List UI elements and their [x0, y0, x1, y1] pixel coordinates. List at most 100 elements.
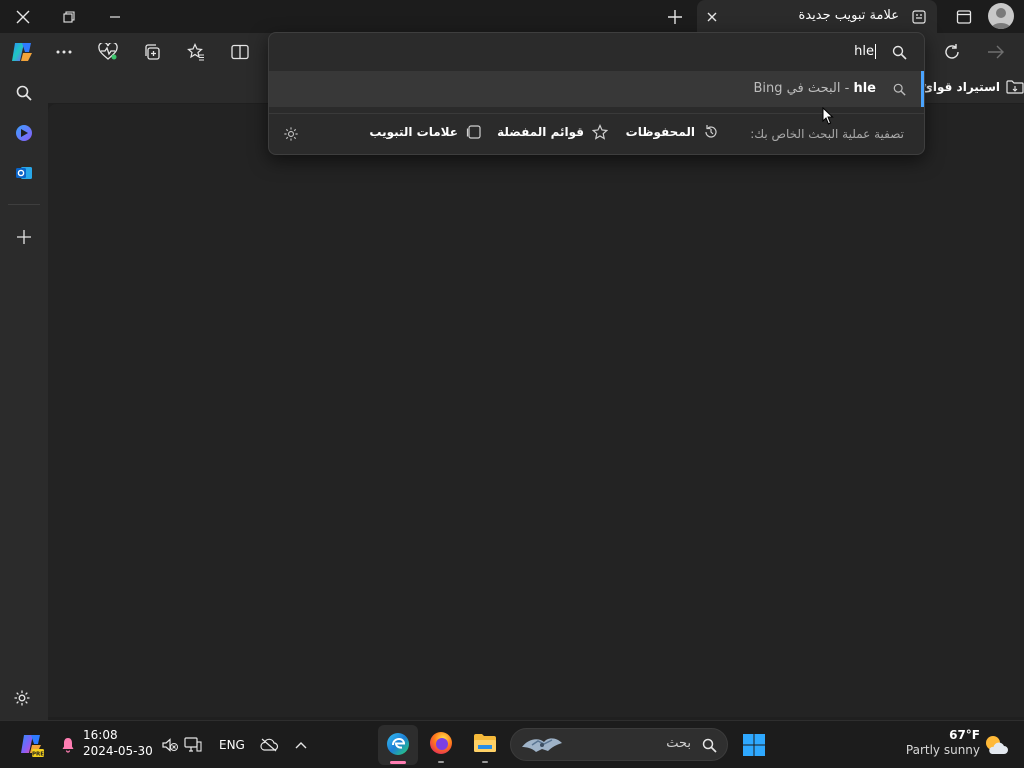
firefox-icon: [430, 732, 452, 754]
taskbar-search-placeholder: بحث: [666, 736, 691, 751]
folder-icon: [474, 734, 496, 752]
sidebar: [0, 71, 48, 721]
filter-favorites-button[interactable]: قوائم المفضلة: [497, 124, 608, 140]
tab-actions-icon: [956, 9, 972, 24]
arrow-right-icon: [988, 45, 1004, 59]
split-screen-button[interactable]: [228, 41, 252, 63]
sidebar-search-button[interactable]: [12, 81, 36, 105]
favorites-button[interactable]: [184, 41, 208, 63]
taskbar-edge-button[interactable]: [378, 725, 418, 765]
suggestion-selected-indicator: [921, 71, 924, 107]
active-app-indicator: [390, 761, 406, 764]
volume-button[interactable]: [160, 735, 180, 755]
weather-widget[interactable]: 67°F Partly sunny: [900, 728, 980, 762]
copilot-button[interactable]: [8, 38, 36, 66]
sidebar-settings-button[interactable]: [10, 686, 34, 710]
filter-history-button[interactable]: المحفوظات: [626, 124, 719, 140]
running-app-indicator: [438, 761, 444, 763]
suggestion-query: hle: [853, 81, 876, 96]
filter-tabs-button[interactable]: علامات التبويب: [369, 124, 482, 140]
new-tab-button[interactable]: [652, 0, 698, 33]
address-bar-query: hle: [854, 44, 876, 59]
filter-favorites-label: قوائم المفضلة: [497, 125, 584, 139]
profile-avatar[interactable]: [988, 3, 1014, 29]
copilot-sidebar-icon: [16, 125, 32, 141]
plus-icon: [17, 230, 31, 244]
copilot-icon: [12, 43, 32, 61]
suggestion-text: hle - البحث في Bing: [754, 81, 877, 96]
copilot-pre-icon: PRE: [21, 735, 44, 758]
forward-button[interactable]: [984, 41, 1008, 63]
clock-time: 16:08: [83, 728, 118, 742]
heartbeat-icon: [98, 43, 118, 60]
clock-date: 2024-05-30: [83, 744, 153, 758]
taskbar-search-box[interactable]: بحث: [510, 728, 728, 761]
weather-temperature: 67°F: [949, 728, 980, 742]
search-icon: [700, 736, 718, 754]
mouse-cursor: [822, 107, 834, 125]
outlook-icon: [16, 167, 32, 179]
history-icon: [705, 125, 717, 138]
ethernet-icon: [184, 737, 202, 752]
clock[interactable]: 16:08 2024-05-30: [83, 728, 153, 762]
person-icon: [991, 8, 1011, 29]
import-favorites-button[interactable]: استيراد قوائ: [920, 74, 1024, 100]
collections-button[interactable]: [140, 41, 164, 63]
close-tab-button[interactable]: [701, 6, 723, 28]
restore-icon: [63, 10, 75, 23]
plus-icon: [668, 9, 682, 24]
onedrive-button[interactable]: [258, 735, 280, 755]
svg-text:PRE: PRE: [32, 752, 44, 758]
taskbar-file-explorer-button[interactable]: [471, 729, 499, 757]
close-icon: [16, 10, 30, 23]
windows-icon: [743, 734, 765, 756]
star-icon: [592, 124, 608, 140]
refresh-icon: [945, 44, 959, 59]
language-indicator[interactable]: ENG: [219, 738, 245, 752]
filter-prompt: تصفية عملية البحث الخاص بك:: [750, 127, 904, 141]
restore-window-button[interactable]: [46, 0, 92, 33]
suggestion-suffix: - البحث في Bing: [753, 81, 854, 96]
close-icon: [707, 12, 717, 22]
copilot-taskbar-button[interactable]: PRE: [18, 731, 46, 759]
weather-description: Partly sunny: [905, 743, 980, 757]
search-highlight-image: [517, 732, 567, 758]
edge-icon: [385, 731, 411, 757]
page-content: [48, 104, 1024, 717]
filter-history-label: المحفوظات: [625, 125, 695, 139]
network-button[interactable]: [183, 735, 203, 755]
gear-icon: [14, 690, 30, 706]
partly-sunny-icon: [982, 731, 1010, 759]
more-icon: [56, 50, 72, 54]
start-button[interactable]: [740, 731, 768, 759]
address-bar-input[interactable]: hle: [269, 33, 924, 71]
tab-actions-button[interactable]: [941, 0, 987, 33]
tab-title: علامة تبويب جديدة: [798, 8, 899, 23]
sidebar-divider: [8, 204, 40, 205]
taskbar: PRE 16:08 2024-05-30 ENG بحث 67°F Partly…: [0, 720, 1024, 768]
notifications-button[interactable]: [58, 735, 78, 755]
import-favorites-label: استيراد قوائ: [921, 80, 1000, 94]
taskbar-firefox-button[interactable]: [427, 729, 455, 757]
folder-import-icon: [1006, 80, 1024, 94]
suggestion-row[interactable]: hle - البحث في Bing: [269, 71, 924, 107]
browser-essentials-button[interactable]: [96, 41, 120, 63]
new-tab-page-icon: [911, 9, 927, 25]
sidebar-outlook-button[interactable]: [12, 161, 36, 185]
volume-muted-icon: [162, 738, 178, 752]
minimize-window-button[interactable]: [92, 0, 138, 33]
refresh-button[interactable]: [940, 41, 964, 63]
collections-icon: [145, 44, 160, 60]
running-app-indicator: [482, 761, 488, 763]
sidebar-add-button[interactable]: [12, 225, 36, 249]
settings-more-button[interactable]: [52, 41, 76, 63]
gear-icon: [284, 127, 298, 141]
search-settings-button[interactable]: [281, 124, 301, 144]
chevron-up-icon: [295, 742, 307, 749]
tab-new-tab[interactable]: علامة تبويب جديدة: [697, 0, 937, 33]
show-hidden-icons-button[interactable]: [291, 735, 311, 755]
close-window-button[interactable]: [0, 0, 46, 33]
search-icon: [890, 80, 908, 98]
tabs-icon: [466, 125, 481, 139]
sidebar-copilot-button[interactable]: [12, 121, 36, 145]
